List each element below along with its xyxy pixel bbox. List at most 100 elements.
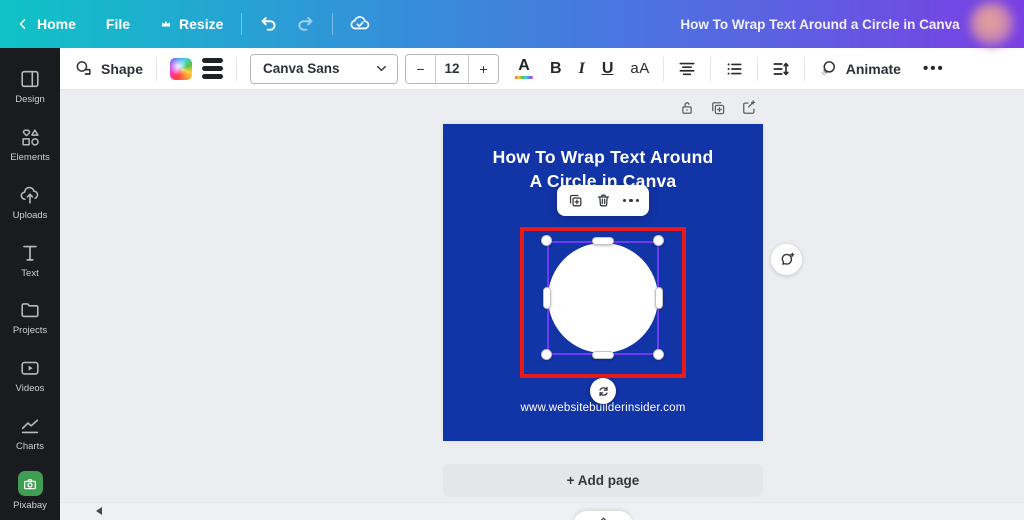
toolbar-more-button[interactable]: ••• [923,60,945,77]
add-comment-button[interactable] [771,244,802,275]
folder-icon [19,299,41,321]
comment-plus-icon [778,251,796,269]
sidebar: Design Elements Uploads Text Projects [0,48,60,520]
page-actions [678,99,758,117]
font-family-select[interactable]: Canva Sans [250,54,398,84]
element-more-icon[interactable] [623,199,640,203]
sidebar-item-uploads[interactable]: Uploads [0,174,60,232]
topbar-divider [332,13,333,35]
animate-button[interactable]: Animate [818,59,901,79]
resize-button[interactable]: Resize [154,16,229,32]
annotation-red-frame [520,227,686,378]
editor-toolbar: Shape Canva Sans − 12 + A B I U aA [60,48,1024,90]
chevron-up-icon [598,514,609,520]
font-size-value[interactable]: 12 [435,55,469,83]
toolbar-divider [757,57,758,81]
elements-icon [19,126,41,148]
shape-label: Shape [101,61,143,77]
file-label: File [106,16,130,32]
sidebar-item-projects[interactable]: Projects [0,289,60,347]
toolbar-divider [236,57,237,81]
border-style-icon[interactable] [202,58,223,79]
sidebar-item-label: Design [15,94,45,105]
sidebar-item-label: Projects [13,325,47,336]
shape-button[interactable]: Shape [74,59,143,78]
font-size-stepper: − 12 + [405,54,499,84]
cloud-check-icon [348,12,372,36]
text-icon [19,242,41,264]
scroll-left-arrow[interactable] [96,507,102,515]
sidebar-item-pixabay[interactable]: Pixabay [0,462,60,520]
duplicate-element-icon[interactable] [567,192,584,209]
undo-button[interactable] [254,9,284,39]
toolbar-divider [663,57,664,81]
sidebar-item-label: Videos [16,383,45,394]
design-title[interactable]: How To Wrap Text Around a Circle in Canv… [660,0,980,48]
heading-line-1: How To Wrap Text Around [443,145,763,169]
design-page[interactable]: How To Wrap Text Around A Circle in Canv… [443,124,763,441]
sidebar-item-charts[interactable]: Charts [0,405,60,463]
top-bar: Home File Resize How To Wra [0,0,1024,48]
line-spacing-icon [771,59,791,79]
canva-editor: Home File Resize How To Wra [0,0,1024,520]
uploads-icon [19,184,41,206]
sidebar-item-elements[interactable]: Elements [0,116,60,174]
line-spacing-button[interactable] [771,59,791,79]
sidebar-item-videos[interactable]: Videos [0,347,60,405]
toolbar-divider [156,57,157,81]
font-name: Canva Sans [263,61,340,76]
home-button[interactable]: Home [10,16,82,32]
animate-label: Animate [846,61,901,77]
expand-bottom-panel-button[interactable] [573,511,633,520]
italic-button[interactable]: I [579,60,585,78]
duplicate-page-icon[interactable] [709,99,727,117]
home-label: Home [37,16,76,32]
text-color-button[interactable]: A [515,58,533,80]
underline-button[interactable]: U [602,60,614,78]
font-size-decrease-button[interactable]: − [406,55,435,83]
sidebar-item-label: Text [21,268,38,279]
save-status-button[interactable] [345,9,375,39]
bullet-list-button[interactable] [724,59,744,79]
bullet-list-icon [724,59,744,79]
letter-case-button[interactable]: aA [630,60,649,77]
toolbar-divider [710,57,711,81]
animate-icon [818,59,838,79]
add-page-icon[interactable] [740,99,758,117]
pixabay-icon [18,471,43,496]
chevron-left-icon [16,17,30,31]
chart-line-icon [19,415,41,437]
add-page-button[interactable]: + Add page [443,464,763,497]
resize-label: Resize [179,16,223,32]
text-align-button[interactable] [677,59,697,79]
file-menu-button[interactable]: File [100,16,136,32]
align-center-icon [677,59,697,79]
sidebar-item-text[interactable]: Text [0,231,60,289]
sidebar-item-label: Uploads [13,210,48,221]
chevron-down-icon [375,62,388,75]
canvas-workspace[interactable]: How To Wrap Text Around A Circle in Canv… [60,90,1024,520]
rotate-icon [596,384,611,399]
element-context-toolbar [557,185,649,216]
lock-icon[interactable] [678,99,696,117]
bold-button[interactable]: B [550,60,562,78]
sidebar-item-design[interactable]: Design [0,58,60,116]
fill-color-swatch[interactable] [170,58,192,80]
undo-icon [258,13,280,35]
redo-icon [294,13,316,35]
toolbar-divider [804,57,805,81]
sidebar-item-label: Charts [16,441,44,452]
delete-element-icon[interactable] [595,192,612,209]
bottom-status-bar [60,502,1024,520]
font-size-increase-button[interactable]: + [469,55,498,83]
text-color-letter: A [518,58,530,74]
user-avatar[interactable] [970,2,1014,46]
sidebar-item-label: Elements [10,152,50,163]
topbar-divider [241,13,242,35]
shape-icon [74,59,93,78]
design-icon [19,68,41,90]
rotate-handle[interactable] [590,378,616,404]
redo-button[interactable] [290,9,320,39]
video-play-icon [19,357,41,379]
sidebar-item-label: Pixabay [13,500,47,511]
